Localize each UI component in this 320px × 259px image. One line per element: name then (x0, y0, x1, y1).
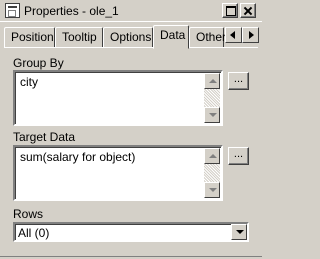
group-by-field[interactable]: city (13, 70, 223, 126)
rows-selected-value: All (0) (18, 226, 50, 240)
title-bar[interactable]: Properties - ole_1 (0, 0, 262, 22)
rows-select[interactable]: All (0) (13, 222, 249, 242)
maximize-button[interactable] (222, 3, 238, 18)
arrow-right-icon[interactable] (242, 27, 259, 43)
group-by-scrollbar[interactable] (204, 73, 220, 123)
scroll-up-icon[interactable] (204, 73, 220, 89)
target-data-label: Target Data (13, 130, 76, 144)
properties-icon (5, 3, 20, 18)
close-button[interactable] (240, 3, 256, 18)
target-data-browse-button[interactable]: ... (228, 147, 249, 165)
tab-strip: Position Tooltip Options Data Other (4, 25, 262, 49)
tab-data[interactable]: Data (153, 25, 189, 49)
tab-tooltip[interactable]: Tooltip (55, 27, 103, 48)
target-data-value: sum(salary for object) (20, 150, 136, 164)
target-data-scrollbar[interactable] (204, 148, 220, 198)
rows-label: Rows (13, 207, 44, 221)
target-data-field[interactable]: sum(salary for object) (13, 145, 223, 201)
group-by-value: city (20, 75, 38, 89)
properties-window: Properties - ole_1 Position Tooltip Opti… (0, 0, 262, 259)
scroll-down-icon[interactable] (204, 107, 220, 123)
window-title: Properties - ole_1 (24, 4, 119, 18)
tab-options[interactable]: Options (103, 27, 153, 48)
scroll-down-icon[interactable] (204, 182, 220, 198)
tab-scroll-buttons (225, 27, 259, 43)
tab-position[interactable]: Position (4, 27, 55, 48)
tab-other[interactable]: Other (189, 27, 226, 48)
scroll-up-icon[interactable] (204, 148, 220, 164)
group-by-browse-button[interactable]: ... (228, 72, 249, 90)
arrow-left-icon[interactable] (225, 27, 242, 43)
group-by-label: Group By (13, 56, 64, 70)
chevron-down-icon[interactable] (231, 224, 247, 240)
